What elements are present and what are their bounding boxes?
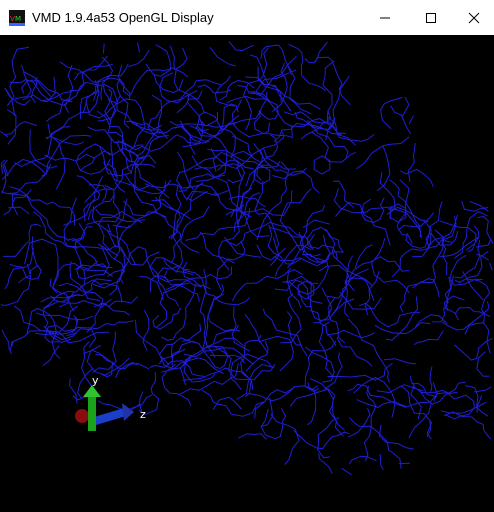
molecule-lines-representation bbox=[0, 41, 494, 476]
close-button[interactable] bbox=[451, 0, 494, 35]
close-icon bbox=[468, 12, 480, 23]
minimize-button[interactable] bbox=[362, 0, 408, 35]
aromatic-ring bbox=[389, 203, 407, 223]
window-title: VMD 1.9.4a53 OpenGL Display bbox=[32, 10, 214, 25]
z-axis-label: z bbox=[140, 408, 146, 421]
title-bar[interactable]: V M VMD 1.9.4a53 OpenGL Display bbox=[0, 0, 494, 35]
minimize-icon bbox=[380, 17, 390, 18]
maximize-icon bbox=[426, 12, 436, 23]
z-axis-head bbox=[122, 403, 134, 421]
z-axis-arrow bbox=[94, 408, 126, 425]
y-axis-shaft bbox=[88, 395, 96, 431]
vmd-window: V M VMD 1.9.4a53 OpenGL Display y z bbox=[0, 0, 494, 512]
maximize-button[interactable] bbox=[408, 0, 454, 35]
opengl-display[interactable]: y z bbox=[0, 35, 494, 512]
x-axis-marker bbox=[75, 409, 89, 423]
y-axis-label: y bbox=[92, 374, 99, 387]
molecule-bonds bbox=[0, 41, 494, 476]
svg-text:M: M bbox=[15, 15, 21, 23]
vmd-app-icon: V M bbox=[9, 10, 25, 26]
molecule-canvas[interactable]: y z bbox=[0, 35, 494, 512]
aromatic-ring bbox=[313, 155, 331, 175]
axes-indicator: y z bbox=[75, 374, 146, 431]
